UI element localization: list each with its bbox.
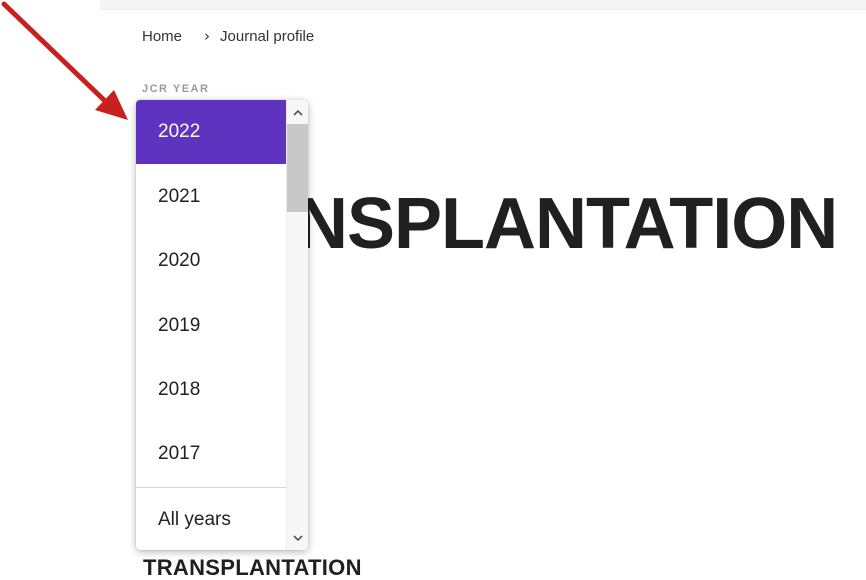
year-option-2017[interactable]: 2017 [136, 422, 286, 486]
breadcrumb-current: Journal profile [220, 27, 315, 45]
year-option-2021[interactable]: 2021 [136, 165, 286, 229]
jcr-year-dropdown-menu[interactable]: 2022 2021 2020 2019 2018 2017 All years [136, 100, 308, 550]
year-option-2020[interactable]: 2020 [136, 229, 286, 293]
scrollbar-thumb[interactable] [287, 124, 308, 212]
year-option-all-years[interactable]: All years [136, 488, 286, 550]
year-option-2018[interactable]: 2018 [136, 358, 286, 422]
breadcrumb: Home › Journal profile [142, 27, 314, 45]
chevron-right-icon: › [204, 27, 211, 45]
red-arrow-icon [1, 1, 128, 120]
year-option-2019[interactable]: 2019 [136, 294, 286, 358]
year-option-2022[interactable]: 2022 [136, 100, 286, 164]
dropdown-options-list: 2022 2021 2020 2019 2018 2017 All years [136, 100, 286, 550]
jcr-year-label: JCR YEAR [142, 83, 210, 95]
scroll-up-icon[interactable] [287, 102, 308, 122]
journal-profile-page: Home › Journal profile JCR YEAR NSPLANTA… [0, 0, 866, 580]
journal-title-heading: NSPLANTATION [296, 184, 838, 264]
scroll-down-icon[interactable] [287, 528, 308, 548]
top-bar [100, 0, 866, 10]
breadcrumb-home-link[interactable]: Home [142, 28, 182, 45]
dropdown-scrollbar[interactable] [286, 100, 308, 550]
journal-title-subheading: TRANSPLANTATION [143, 555, 362, 580]
